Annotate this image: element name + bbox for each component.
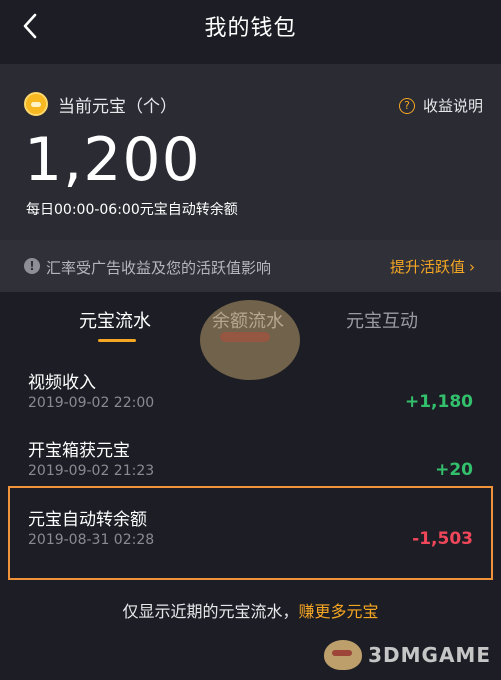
tab-ingot-flow[interactable]: 元宝流水	[79, 307, 151, 333]
watermark-logo-icon	[324, 640, 363, 670]
tab-ingot-interaction[interactable]: 元宝互动	[346, 307, 418, 333]
boost-activity-label: 提升活跃值	[389, 258, 465, 276]
record-time: 2019-09-02 21:23	[28, 463, 155, 479]
record-amount: +1,180	[404, 392, 473, 412]
balance-label: 当前元宝（个）	[58, 97, 177, 117]
footer-text: 仅显示近期的元宝流水，	[122, 602, 299, 621]
page-title: 我的钱包	[204, 16, 297, 41]
info-icon: !	[24, 258, 40, 274]
record-title: 视频收入	[28, 373, 96, 393]
earn-more-link[interactable]: 赚更多元宝	[299, 602, 379, 621]
balance-amount: 1,200	[24, 125, 201, 195]
chevron-left-icon	[23, 13, 37, 39]
ingot-coin-icon	[24, 92, 48, 116]
earnings-help-link[interactable]: ? 收益说明	[398, 95, 483, 116]
record-title: 开宝箱获元宝	[28, 441, 130, 461]
record-amount: +20	[435, 460, 473, 480]
list-item[interactable]: 视频收入 2019-09-02 22:00 +1,180	[0, 362, 501, 424]
header-bar: 我的钱包	[0, 0, 501, 52]
watermark-text: 3DMGAME	[368, 643, 491, 667]
notice-text: 汇率受广告收益及您的活跃值影响	[46, 259, 272, 277]
list-item[interactable]: 开宝箱获元宝 2019-09-02 21:23 +20	[0, 430, 501, 492]
earnings-help-label: 收益说明	[422, 97, 483, 115]
record-time: 2019-09-02 22:00	[28, 395, 155, 411]
active-tab-indicator	[98, 339, 136, 342]
back-button[interactable]	[12, 8, 48, 44]
question-icon: ?	[398, 97, 415, 114]
footer-note: 仅显示近期的元宝流水，赚更多元宝	[0, 598, 501, 622]
auto-transfer-note: 每日00:00-06:00元宝自动转余额	[26, 202, 238, 218]
watermark: 3DMGAME	[324, 640, 491, 670]
boost-activity-link[interactable]: 提升活跃值 ›	[390, 256, 475, 277]
chevron-right-icon: ›	[469, 257, 475, 276]
wallet-page: 我的钱包 当前元宝（个） ? 收益说明 1,200 每日00:00-06:00元…	[0, 0, 501, 680]
highlight-box	[8, 486, 493, 580]
